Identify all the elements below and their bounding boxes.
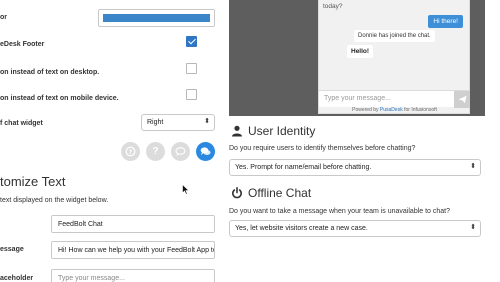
send-icon	[458, 95, 467, 104]
offline-chat-question: Do you want to take a message when your …	[229, 208, 451, 215]
user-icon	[232, 125, 242, 137]
chat-bubble-icon	[200, 147, 211, 155]
agent-message-bubble: Hello!	[347, 45, 374, 58]
offline-chat-title: Offline Chat	[248, 186, 312, 200]
send-button[interactable]	[454, 91, 470, 108]
welcome-message-input[interactable]: Hi! How can we help you with your FeedBo…	[51, 241, 215, 259]
user-message-bubble: Hi there!	[428, 15, 463, 28]
help-circle-icon: ?	[125, 146, 136, 157]
select-caret-icon: ⬍	[204, 118, 210, 125]
message-label: essage	[0, 246, 24, 253]
powered-by-prefix: Powered by	[352, 107, 379, 113]
user-identity-question: Do you require users to identify themsel…	[229, 145, 416, 152]
icon-choice-question[interactable]: ?	[146, 142, 165, 161]
position-select[interactable]: Right ⬍	[141, 114, 215, 131]
placeholder-label: aceholder	[0, 275, 34, 282]
desktop-icon-label: on instead of text on desktop.	[0, 69, 100, 76]
svg-text:?: ?	[129, 149, 133, 156]
customize-text-title: tomize Text	[0, 174, 66, 189]
mobile-icon-checkbox[interactable]	[186, 89, 197, 100]
chat-preview-window: today? Hi there! Donnie has joined the c…	[318, 0, 470, 114]
powered-by-suffix: for Infusionsoft	[404, 107, 437, 113]
widget-settings-panel: or eDesk Footer on instead of text on de…	[0, 0, 225, 282]
mobile-icon-label: on instead of text on mobile device.	[0, 95, 119, 102]
position-select-value: Right	[147, 119, 164, 126]
color-label: or	[0, 14, 7, 21]
select-caret-icon: ⬍	[470, 224, 476, 231]
chat-title-input[interactable]: FeedBolt Chat	[51, 215, 215, 233]
offline-chat-select-value: Yes, let website visitors create a new c…	[235, 225, 368, 232]
user-identity-select-value: Yes. Prompt for name/email before chatti…	[235, 164, 372, 171]
powered-by-link[interactable]: PusaDesk	[380, 107, 403, 113]
chat-input-placeholder: Type your message...	[324, 95, 391, 102]
icon-choice-comment[interactable]	[171, 142, 190, 161]
previous-message-fragment: today?	[323, 3, 343, 10]
preview-and-options-panel: today? Hi there! Donnie has joined the c…	[229, 0, 500, 282]
power-icon	[232, 187, 242, 199]
desktop-icon-checkbox[interactable]	[186, 63, 197, 74]
user-identity-title: User Identity	[248, 124, 316, 138]
footer-checkbox[interactable]	[186, 36, 197, 47]
system-message-bubble: Donnie has joined the chat.	[354, 30, 435, 42]
comment-icon	[175, 147, 186, 156]
powered-by-footer: Powered by PusaDesk for Infusionsoft	[319, 107, 470, 113]
select-caret-icon: ⬍	[470, 163, 476, 170]
icon-choice-chat-bubbles[interactable]	[196, 142, 215, 161]
customize-text-description: text displayed on the widget below.	[0, 197, 109, 204]
chat-message-input[interactable]: Type your message...	[319, 90, 470, 108]
icon-choice-help-circle[interactable]: ?	[121, 142, 140, 161]
position-label: f chat widget	[0, 120, 43, 127]
color-picker-input[interactable]	[98, 9, 215, 27]
mouse-cursor-icon	[182, 184, 190, 195]
user-identity-select[interactable]: Yes. Prompt for name/email before chatti…	[229, 159, 481, 176]
offline-chat-select[interactable]: Yes, let website visitors create a new c…	[229, 220, 481, 237]
placeholder-input[interactable]: Type your message...	[51, 269, 215, 282]
widget-preview-area: today? Hi there! Donnie has joined the c…	[229, 0, 485, 116]
color-swatch	[103, 14, 210, 22]
footer-label: eDesk Footer	[0, 41, 45, 48]
question-icon: ?	[152, 146, 159, 157]
